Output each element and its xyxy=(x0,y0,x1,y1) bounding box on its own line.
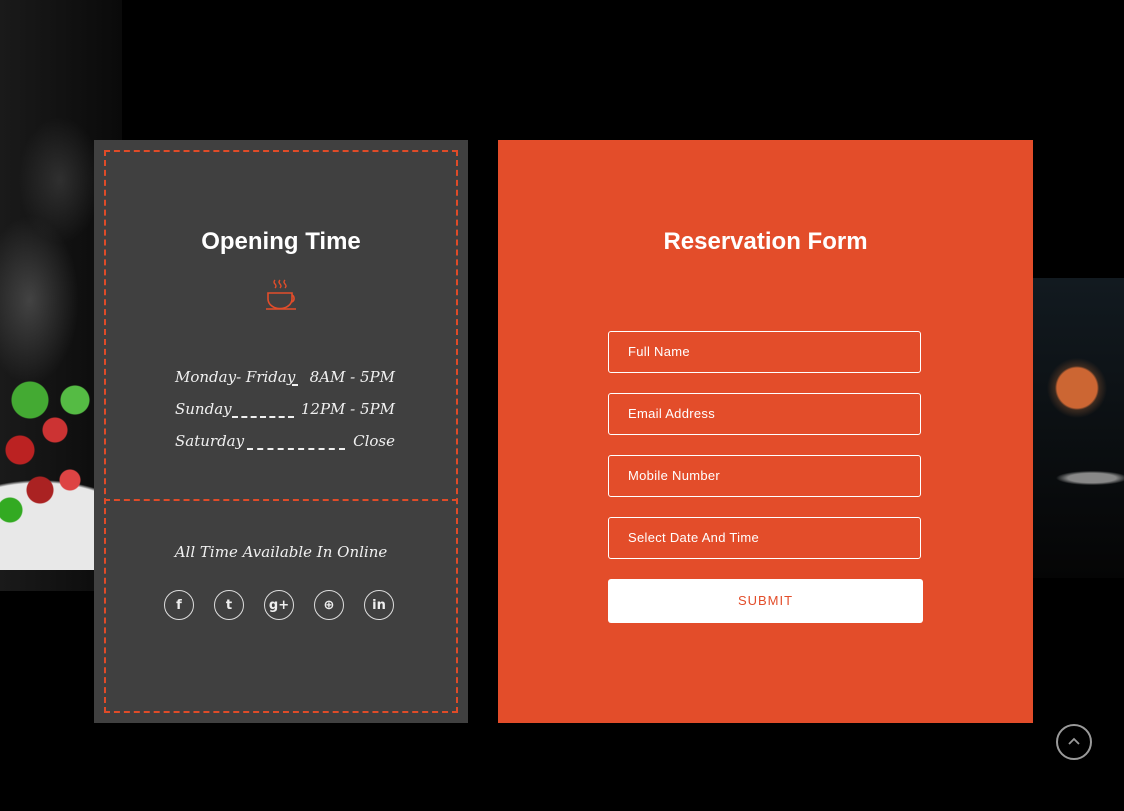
hours-row: Sunday 12PM - 5PM xyxy=(175,400,395,424)
facebook-icon[interactable]: f xyxy=(164,590,194,620)
online-availability-text: All Time Available In Online xyxy=(174,543,388,561)
hours-dots xyxy=(292,384,298,386)
dribbble-icon[interactable]: ⊕ xyxy=(314,590,344,620)
hours-day: Sunday xyxy=(175,400,232,418)
date-time-input[interactable]: Select Date And Time xyxy=(608,517,921,559)
hours-time: 8AM - 5PM xyxy=(309,368,395,386)
hours-row: Saturday Close xyxy=(175,432,395,456)
scroll-to-top-button[interactable] xyxy=(1056,724,1092,760)
opening-time-title: Opening Time xyxy=(201,228,361,255)
dashed-divider xyxy=(104,499,458,501)
coffee-cup-icon xyxy=(266,279,296,310)
reservation-form-card: Reservation Form Full Name Email Address… xyxy=(498,140,1033,723)
twitter-icon[interactable]: t xyxy=(214,590,244,620)
hours-time: Close xyxy=(353,432,395,450)
hours-dots xyxy=(247,448,345,450)
linkedin-icon[interactable]: in xyxy=(364,590,394,620)
full-name-input[interactable]: Full Name xyxy=(608,331,921,373)
opening-time-card: Opening Time Monday- Friday 8AM - 5PM Su… xyxy=(94,140,468,723)
reservation-form-title: Reservation Form xyxy=(663,228,868,255)
hours-day: Monday- Friday xyxy=(175,368,296,386)
hours-row: Monday- Friday 8AM - 5PM xyxy=(175,368,395,392)
hours-time: 12PM - 5PM xyxy=(300,400,395,418)
email-input[interactable]: Email Address xyxy=(608,393,921,435)
mobile-number-input[interactable]: Mobile Number xyxy=(608,455,921,497)
salad-photo xyxy=(0,370,100,570)
google-plus-icon[interactable]: g+ xyxy=(264,590,294,620)
hours-dots xyxy=(232,416,294,418)
chevron-up-icon xyxy=(1068,737,1080,745)
submit-button[interactable]: SUBMIT xyxy=(608,579,923,623)
hours-day: Saturday xyxy=(175,432,245,450)
background-photo-right xyxy=(1032,278,1124,578)
social-links: f t g+ ⊕ in xyxy=(164,590,398,622)
